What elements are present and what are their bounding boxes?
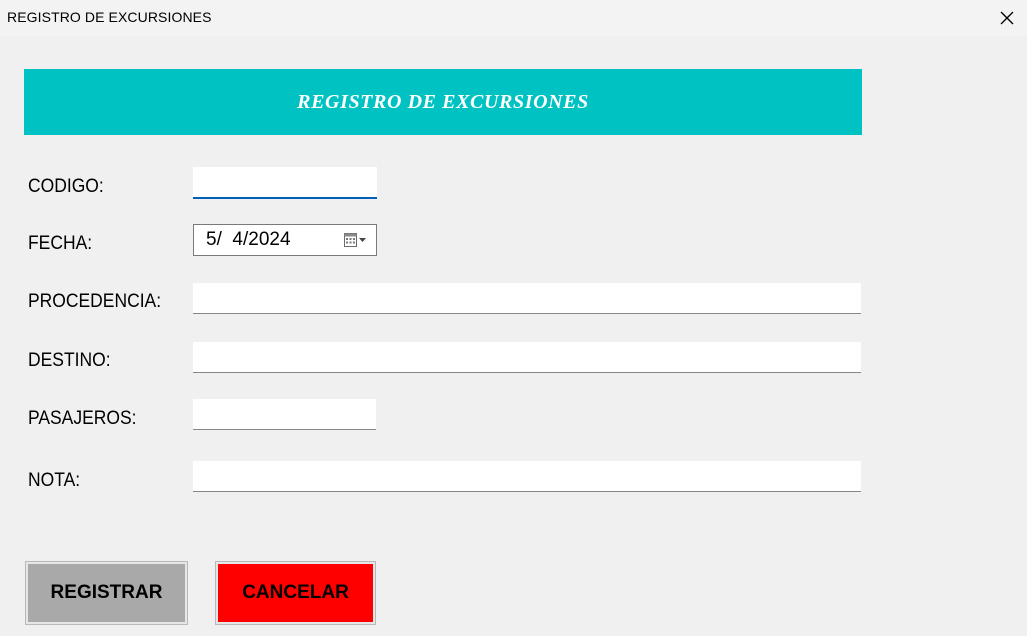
destino-input[interactable] [193,342,861,373]
pasajeros-label: PASAJEROS: [28,408,137,429]
procedencia-input[interactable] [193,283,861,314]
registro-excursiones-window: REGISTRO DE EXCURSIONES REGISTRO DE EXCU… [0,0,1027,636]
header-banner: REGISTRO DE EXCURSIONES [24,69,862,135]
fecha-date-picker[interactable]: 5/ 4/2024 [193,224,377,256]
title-bar: REGISTRO DE EXCURSIONES [0,0,1027,36]
pasajeros-input[interactable] [193,399,376,430]
destino-label: DESTINO: [28,350,111,371]
nota-input[interactable] [193,461,861,492]
close-icon [1000,11,1014,25]
registrar-button[interactable]: REGISTRAR [25,561,188,625]
nota-label: NOTA: [28,470,81,491]
procedencia-label: PROCEDENCIA: [28,291,162,312]
close-button[interactable] [987,0,1027,36]
window-title: REGISTRO DE EXCURSIONES [7,9,212,25]
cancelar-button[interactable]: CANCELAR [215,561,376,625]
fecha-value: 5/ 4/2024 [206,229,291,250]
codigo-input[interactable] [193,167,377,199]
codigo-label: CODIGO: [28,176,104,197]
calendar-dropdown-icon[interactable] [344,233,368,247]
fecha-label: FECHA: [28,233,93,254]
banner-title: REGISTRO DE EXCURSIONES [297,90,589,113]
